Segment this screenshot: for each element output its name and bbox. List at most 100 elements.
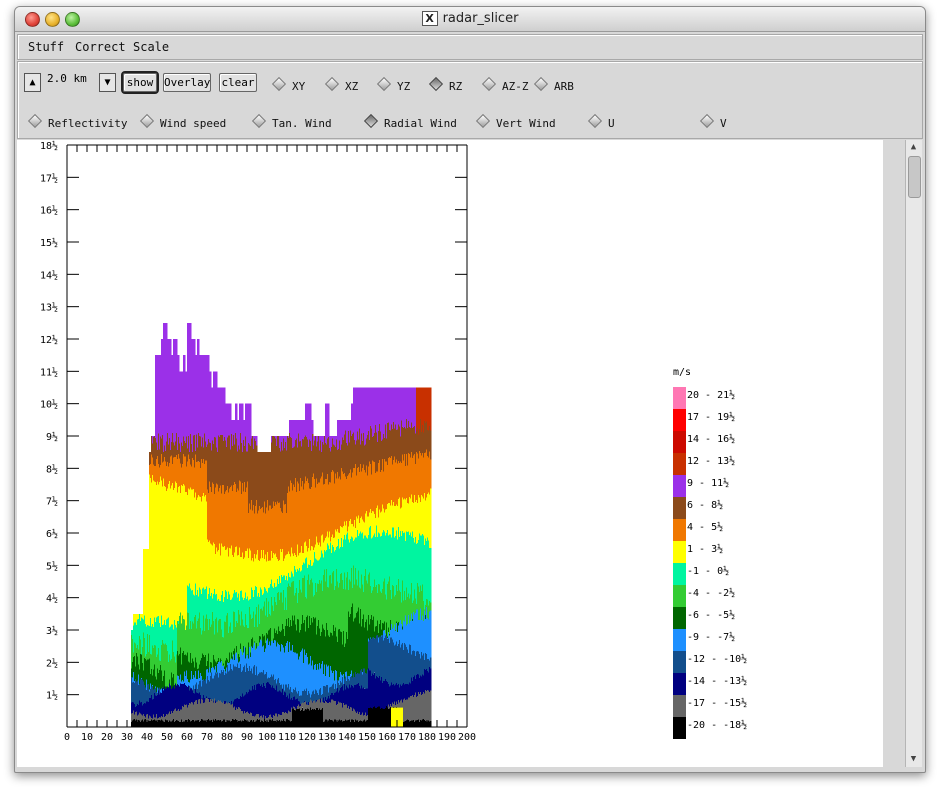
- y-tick-label: 17½: [40, 172, 58, 184]
- y-tick-label: 18½: [40, 140, 58, 152]
- scroll-up-icon[interactable]: ▲: [907, 141, 920, 154]
- y-tick-label: 10½: [40, 399, 58, 411]
- level-value: 2.0 km: [47, 72, 87, 85]
- x-tick-label: 10: [81, 732, 93, 743]
- view-arb-radio[interactable]: ARB: [533, 76, 574, 93]
- field-vert-wind-radio[interactable]: Vert Wind: [475, 113, 556, 130]
- x-tick-label: 90: [241, 732, 253, 743]
- legend-label: -4 - -2½: [687, 587, 735, 599]
- x-tick-label: 80: [221, 732, 233, 743]
- y-tick-label: 11½: [40, 366, 58, 378]
- echo-cell: [430, 668, 432, 691]
- view-azz-radio[interactable]: AZ-Z: [481, 76, 529, 93]
- menu-correct[interactable]: Correct: [75, 40, 126, 54]
- legend-label: -9 - -7½: [687, 631, 735, 643]
- x-tick-label: 0: [64, 732, 70, 743]
- x-tick-label: 100: [258, 732, 276, 743]
- echo-cell: [312, 419, 314, 434]
- field-tan-wind-radio[interactable]: Tan. Wind: [251, 113, 332, 130]
- x-tick-label: 40: [141, 732, 153, 743]
- legend-label: -6 - -5½: [687, 609, 735, 621]
- field-radial-wind-label: Radial Wind: [384, 117, 457, 130]
- field-reflectivity-label: Reflectivity: [48, 117, 128, 130]
- legend-swatch: [673, 695, 686, 717]
- y-tick-label: 9½: [46, 431, 58, 443]
- y-tick-label: 13½: [40, 302, 58, 314]
- legend-swatch: [673, 541, 686, 563]
- field-reflectivity-radio[interactable]: Reflectivity: [27, 113, 128, 130]
- legend-swatch: [673, 475, 686, 497]
- legend-label: 14 - 16½: [687, 433, 735, 445]
- menu-stuff[interactable]: Stuff: [28, 40, 64, 54]
- y-tick-label: 6½: [46, 528, 58, 540]
- scroll-thumb[interactable]: [908, 156, 921, 198]
- view-yz-radio[interactable]: YZ: [376, 76, 410, 93]
- radio-icon: [376, 76, 392, 92]
- y-tick-label: 4½: [46, 593, 58, 605]
- legend-label: -20 - -18½: [687, 719, 747, 731]
- echo-cell: [430, 548, 432, 603]
- field-radial-wind-radio[interactable]: Radial Wind: [363, 113, 457, 130]
- level-down-button[interactable]: ▼: [99, 73, 116, 92]
- clear-button[interactable]: clear: [219, 73, 257, 92]
- x-tick-label: 30: [121, 732, 133, 743]
- show-button[interactable]: show: [121, 71, 159, 94]
- view-rz-radio[interactable]: RZ: [428, 76, 463, 93]
- legend-label: -17 - -15½: [687, 697, 747, 709]
- window-title-text: radar_slicer: [442, 11, 519, 26]
- menu-scale[interactable]: Scale: [133, 40, 169, 54]
- scroll-down-icon[interactable]: ▼: [907, 753, 920, 766]
- radio-icon: [533, 76, 549, 92]
- y-tick-label: 15½: [40, 237, 58, 249]
- echo-cell: [430, 602, 432, 611]
- echo-cell: [430, 387, 432, 431]
- x-tick-label: 20: [101, 732, 113, 743]
- radio-icon: [139, 113, 155, 129]
- app-window: Xradar_slicer Stuff Correct Scale ▲ 2.0 …: [14, 6, 926, 773]
- legend-label: 4 - 5½: [687, 521, 723, 533]
- vertical-scrollbar[interactable]: ▲ ▼: [905, 140, 922, 767]
- field-wind-speed-radio[interactable]: Wind speed: [139, 113, 226, 130]
- echo-cell: [430, 430, 432, 460]
- field-u-label: U: [608, 117, 615, 130]
- echo-cell: [328, 403, 330, 437]
- x-tick-label: 160: [378, 732, 396, 743]
- y-tick-label: 12½: [40, 334, 58, 346]
- legend-swatch: [673, 387, 686, 409]
- x-tick-label: 120: [298, 732, 316, 743]
- radio-icon: [27, 113, 43, 129]
- plot-canvas[interactable]: 0 10 20 30 40 50 60 70 80 90 100 110 120 130 140 150 160…: [17, 140, 883, 767]
- legend-swatch: [673, 409, 686, 431]
- view-rz-label: RZ: [449, 80, 463, 93]
- level-up-button[interactable]: ▲: [24, 73, 41, 92]
- legend-label: 20 - 21½: [687, 389, 735, 401]
- legend-swatch: [673, 563, 686, 585]
- legend-swatch: [673, 673, 686, 695]
- legend-swatch: [673, 453, 686, 475]
- x11-icon: X: [421, 11, 438, 26]
- view-arb-label: ARB: [554, 80, 574, 93]
- field-v-label: V: [720, 117, 727, 130]
- canvas-margin: [883, 140, 905, 767]
- legend-swatch: [673, 629, 686, 651]
- x-tick-label: 200: [458, 732, 476, 743]
- echo-cell: [430, 721, 432, 727]
- radio-icon: [475, 113, 491, 129]
- legend-swatch: [673, 607, 686, 629]
- radio-icon: [699, 113, 715, 129]
- radial-wind-rz-plot: 0 10 20 30 40 50 60 70 80 90 100 110 120 130 140 150 160…: [40, 140, 747, 743]
- menu-bar: Stuff Correct Scale: [17, 34, 923, 60]
- view-xz-radio[interactable]: XZ: [324, 76, 358, 93]
- view-xy-radio[interactable]: XY: [271, 76, 305, 93]
- legend-swatch: [673, 585, 686, 607]
- field-v-radio[interactable]: V: [699, 113, 727, 130]
- window-title: Xradar_slicer: [15, 11, 925, 26]
- echo-cell: [430, 488, 432, 549]
- overlay-button[interactable]: Overlay: [163, 73, 211, 92]
- y-tick-label: 14½: [40, 269, 58, 281]
- field-u-radio[interactable]: U: [587, 113, 615, 130]
- radio-icon: [587, 113, 603, 129]
- x-tick-label: 70: [201, 732, 213, 743]
- title-bar[interactable]: Xradar_slicer: [15, 7, 925, 32]
- echo-cell: [430, 690, 432, 722]
